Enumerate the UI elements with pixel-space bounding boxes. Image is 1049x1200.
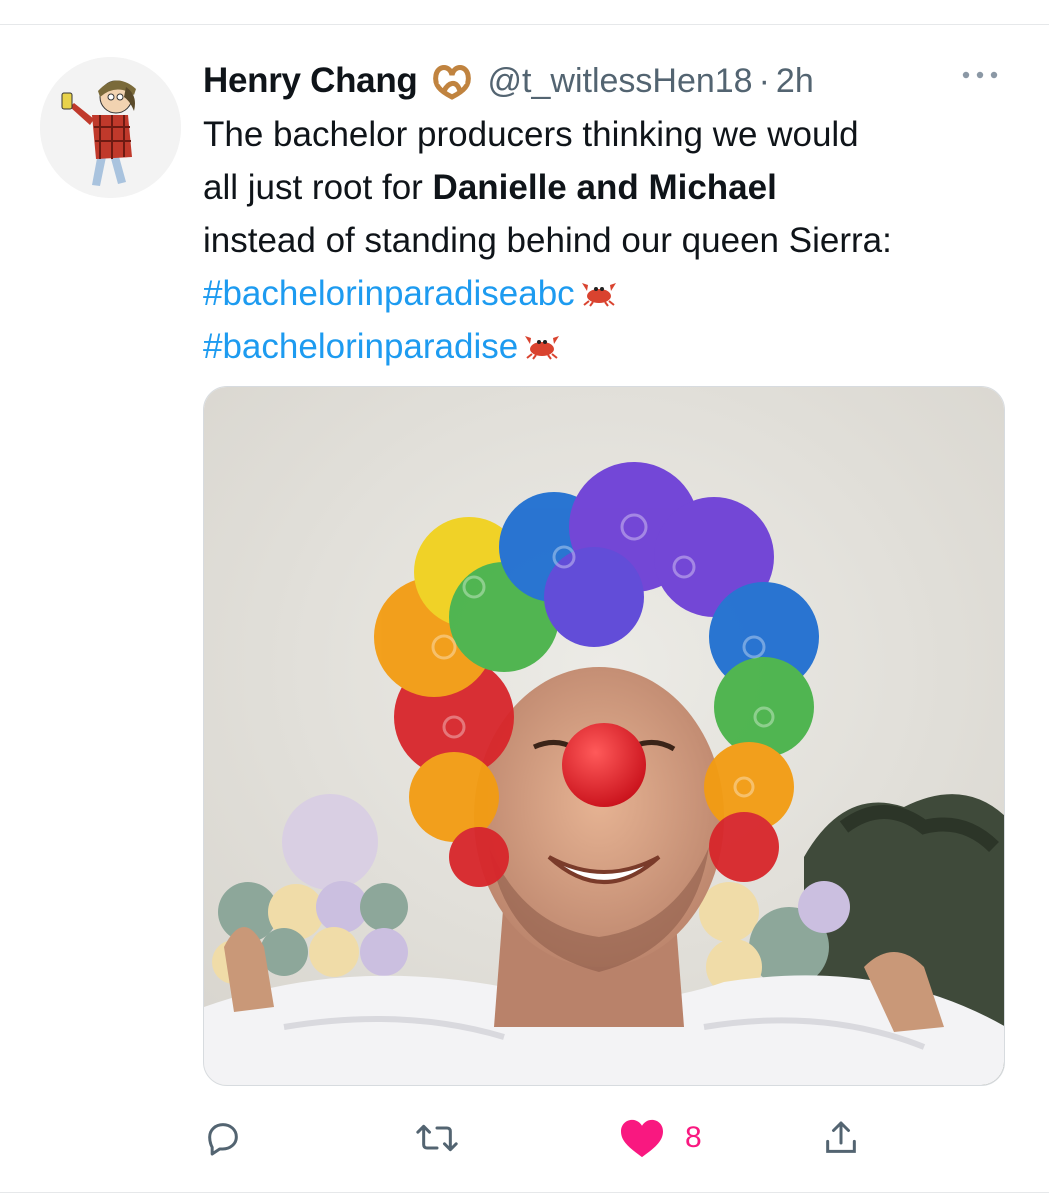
hashtag-line-2: #bachelorinparadise: [203, 320, 1023, 373]
pretzel-icon: [430, 61, 474, 101]
tweet-text-line-3: instead of standing behind our queen Sie…: [203, 221, 892, 260]
hashtag-bachelorinparadise[interactable]: #bachelorinparadise: [203, 327, 518, 366]
tweet-text-line-2: all just root for Danielle and Michael: [203, 161, 1023, 214]
like-button[interactable]: 8: [619, 1108, 702, 1168]
heart-filled-icon: [621, 1119, 663, 1158]
avatar-cartoon-icon: [40, 57, 181, 198]
author-handle[interactable]: @t_witlessHen18: [488, 62, 753, 101]
avatar[interactable]: [40, 57, 181, 198]
hashtag-line-1: #bachelorinparadiseabc: [203, 267, 1023, 320]
tweet-actions: 8: [203, 1108, 903, 1168]
crab-icon: [579, 269, 619, 307]
reply-button[interactable]: [203, 1108, 243, 1168]
retweet-icon: [416, 1124, 458, 1152]
tweet-text: The bachelor producers thinking we would…: [203, 108, 1023, 373]
crab-icon: [522, 322, 562, 360]
tweet-media-photo[interactable]: [203, 386, 1005, 1086]
author-name[interactable]: Henry Chang: [203, 61, 418, 101]
tweet-time[interactable]: 2h: [776, 62, 814, 101]
tweet-header: Henry Chang @t_witlessHen18 · 2h: [203, 56, 814, 106]
share-button[interactable]: [821, 1108, 861, 1168]
tweet-text-line-1: The bachelor producers thinking we would: [203, 115, 859, 154]
tweet-text-line-2-prefix: all just root for: [203, 168, 433, 207]
tweet-text-bold-names: Danielle and Michael: [432, 168, 777, 207]
bottom-divider: [0, 1192, 1049, 1193]
like-count: 8: [685, 1121, 702, 1154]
reply-icon: [208, 1123, 238, 1156]
top-divider: [0, 24, 1049, 25]
hashtag-bachelorinparadiseabc[interactable]: #bachelorinparadiseabc: [203, 274, 575, 313]
header-separator: ·: [758, 61, 770, 100]
retweet-button[interactable]: [415, 1108, 459, 1168]
clown-wig-photo-icon: [204, 387, 1004, 1085]
more-options-icon[interactable]: [958, 64, 1002, 86]
share-icon: [826, 1121, 856, 1153]
